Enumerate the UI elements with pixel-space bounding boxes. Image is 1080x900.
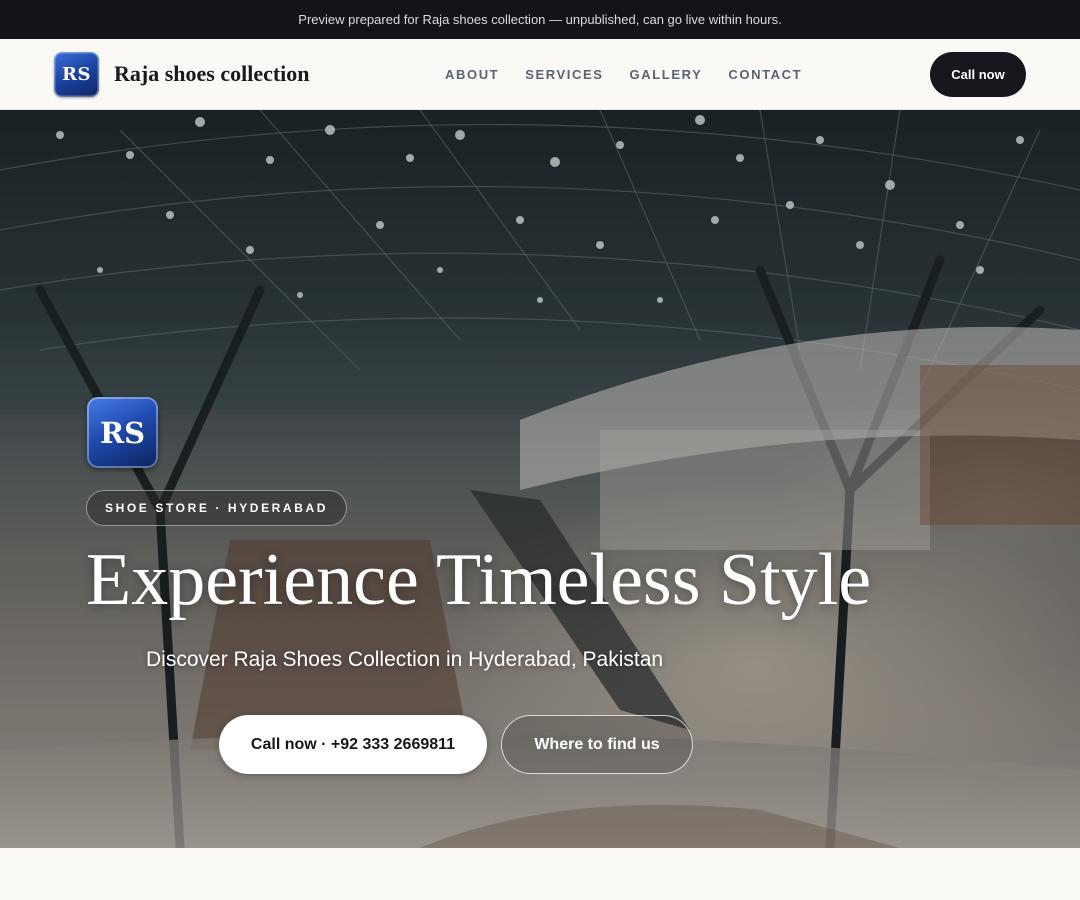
nav-about[interactable]: ABOUT xyxy=(445,67,499,82)
announcement-bar: Preview prepared for Raja shoes collecti… xyxy=(0,0,1080,39)
brand-name: Raja shoes collection xyxy=(114,61,310,86)
hero-logo-text: RS xyxy=(99,415,146,450)
brand-logo-text: RS xyxy=(62,63,91,85)
brand-logo: RS xyxy=(54,51,99,97)
brand-link[interactable]: RS Raja shoes collection xyxy=(54,51,310,97)
main-nav: ABOUT SERVICES GALLERY CONTACT xyxy=(445,39,802,109)
call-now-button[interactable]: Call now · +92 333 2669811 xyxy=(219,715,487,774)
where-to-find-us-button[interactable]: Where to find us xyxy=(501,715,693,774)
hero-logo: RS xyxy=(87,397,158,468)
site-header: RS Raja shoes collection ABOUT SERVICES … xyxy=(0,39,1080,110)
hero-section: RS SHOE STORE · HYDERABAD Experience Tim… xyxy=(0,110,1080,848)
nav-contact[interactable]: CONTACT xyxy=(728,67,802,82)
nav-gallery[interactable]: GALLERY xyxy=(630,67,703,82)
header-call-button[interactable]: Call now xyxy=(930,52,1026,97)
below-hero-section xyxy=(0,848,1080,900)
hero-title: Experience Timeless Style xyxy=(86,539,872,621)
nav-services[interactable]: SERVICES xyxy=(525,67,603,82)
announcement-text: Preview prepared for Raja shoes collecti… xyxy=(298,12,782,27)
store-tag-badge: SHOE STORE · HYDERABAD xyxy=(86,490,347,526)
hero-subtitle: Discover Raja Shoes Collection in Hydera… xyxy=(146,648,664,671)
